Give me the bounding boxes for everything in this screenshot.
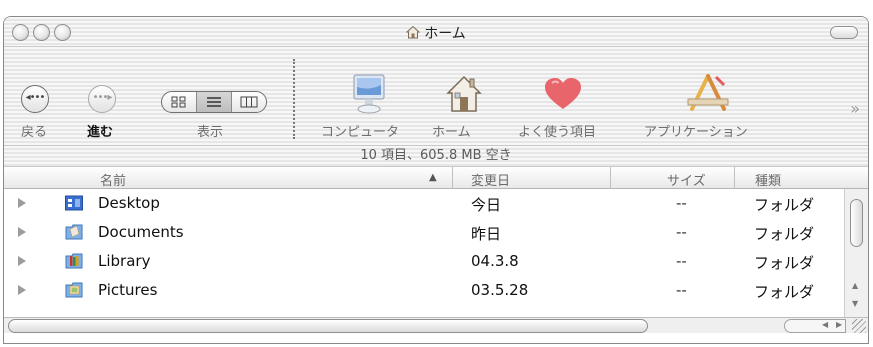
forward-button[interactable]: •••▸ xyxy=(88,85,116,113)
item-kind: フォルダ xyxy=(754,254,815,272)
toolbar-toggle-button[interactable] xyxy=(830,26,858,39)
toolbar-separator xyxy=(293,59,295,139)
pictures-folder-icon xyxy=(65,282,83,298)
applications-button[interactable] xyxy=(686,73,730,119)
resize-grip-icon[interactable] xyxy=(852,319,866,333)
item-kind: フォルダ xyxy=(754,196,815,214)
item-name: Documents xyxy=(98,223,184,241)
window-title-area: ホーム xyxy=(4,23,868,43)
finder-window: ホーム ◂••• 戻る •••▸ 進む 表示 コンピュータ ホーム よく使う項目… xyxy=(3,16,869,344)
column-view-button[interactable] xyxy=(232,92,266,112)
item-kind: フォルダ xyxy=(754,283,815,301)
horizontal-scroll-thumb[interactable] xyxy=(8,319,648,333)
forward-arrow-icon: •••▸ xyxy=(92,92,113,103)
list-view-icon xyxy=(207,97,221,107)
favorites-label: よく使う項目 xyxy=(518,125,597,140)
back-label: 戻る xyxy=(21,125,48,140)
home-button[interactable] xyxy=(446,73,482,117)
back-button[interactable]: ◂••• xyxy=(21,85,49,113)
home-icon xyxy=(406,25,421,39)
item-size: -- xyxy=(676,194,687,212)
list-item[interactable]: Desktop 今日 -- フォルダ xyxy=(4,189,868,218)
column-view-icon xyxy=(240,96,258,108)
disclosure-triangle-icon[interactable] xyxy=(18,256,26,266)
column-separator xyxy=(610,167,611,189)
item-name: Desktop xyxy=(98,194,160,212)
desktop-folder-icon xyxy=(65,195,83,211)
view-label: 表示 xyxy=(197,125,224,140)
item-name: Pictures xyxy=(98,281,158,299)
computer-label: コンピュータ xyxy=(321,125,400,140)
column-header-name[interactable]: 名前 xyxy=(100,170,126,189)
scroll-up-arrow-icon[interactable]: ▲ xyxy=(852,281,858,290)
computer-icon xyxy=(353,74,385,114)
sort-ascending-icon[interactable]: ▲ xyxy=(429,172,437,183)
item-date: 昨日 xyxy=(471,225,502,243)
column-header-modified[interactable]: 変更日 xyxy=(471,170,510,189)
list-header: 名前 ▲ 変更日 サイズ 種類 xyxy=(4,167,868,189)
heart-icon xyxy=(545,78,581,109)
forward-label: 進む xyxy=(87,125,114,140)
file-list: Desktop 今日 -- フォルダ Documents 昨日 -- フォルダ … xyxy=(4,189,868,317)
window-title: ホーム xyxy=(424,26,466,42)
list-item[interactable]: Documents 昨日 -- フォルダ xyxy=(4,218,868,247)
documents-folder-icon xyxy=(65,224,83,240)
item-size: -- xyxy=(676,252,687,270)
disclosure-triangle-icon[interactable] xyxy=(18,198,26,208)
title-bar[interactable]: ホーム xyxy=(4,17,868,47)
computer-button[interactable] xyxy=(350,73,390,119)
library-folder-icon xyxy=(65,253,83,269)
home-label: ホーム xyxy=(432,125,471,140)
vertical-scrollbar[interactable]: ▲ ▼ xyxy=(844,189,868,317)
item-size: -- xyxy=(676,281,687,299)
list-item[interactable]: Library 04.3.8 -- フォルダ xyxy=(4,247,868,276)
column-header-kind[interactable]: 種類 xyxy=(755,170,781,189)
toolbar-overflow-icon[interactable]: » xyxy=(850,99,860,118)
status-bar: 10 項目、605.8 MB 空き xyxy=(4,145,868,167)
horizontal-scrollbar[interactable]: ◀ ▶ xyxy=(4,317,868,333)
item-date: 03.5.28 xyxy=(471,281,529,299)
vertical-scroll-thumb[interactable] xyxy=(850,199,863,247)
disclosure-triangle-icon[interactable] xyxy=(18,227,26,237)
home-icon xyxy=(446,75,482,112)
scroll-down-arrow-icon[interactable]: ▼ xyxy=(852,299,858,308)
scroll-left-arrow-icon[interactable]: ◀ xyxy=(822,320,828,329)
list-view-button[interactable] xyxy=(197,92,232,112)
back-arrow-icon: ◂••• xyxy=(25,92,46,103)
toolbar: ◂••• 戻る •••▸ 進む 表示 コンピュータ ホーム よく使う項目 アプリ… xyxy=(4,47,868,145)
column-separator xyxy=(452,167,453,189)
column-header-size[interactable]: サイズ xyxy=(667,170,706,189)
favorites-button[interactable] xyxy=(543,77,583,115)
icon-view-button[interactable] xyxy=(162,92,197,112)
scroll-right-arrow-icon[interactable]: ▶ xyxy=(836,320,842,329)
applications-label: アプリケーション xyxy=(644,125,748,140)
view-mode-control[interactable] xyxy=(161,91,267,113)
column-separator xyxy=(734,167,735,189)
applications-icon xyxy=(687,74,729,111)
item-size: -- xyxy=(676,223,687,241)
item-date: 04.3.8 xyxy=(471,252,519,270)
disclosure-triangle-icon[interactable] xyxy=(18,285,26,295)
item-kind: フォルダ xyxy=(754,225,815,243)
icon-view-icon xyxy=(171,96,186,108)
list-item[interactable]: Pictures 03.5.28 -- フォルダ xyxy=(4,276,868,305)
item-date: 今日 xyxy=(471,196,502,214)
item-name: Library xyxy=(98,252,151,270)
